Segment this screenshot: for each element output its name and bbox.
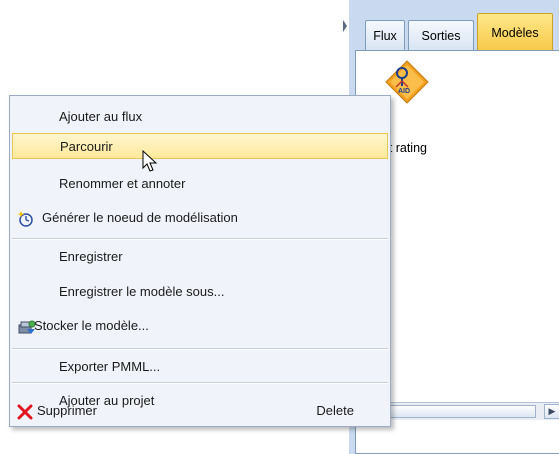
- menu-separator: [12, 382, 388, 384]
- menu-item-renommer-et-annoter[interactable]: Renommer et annoter: [12, 171, 388, 197]
- menu-item-label: Enregistrer: [59, 249, 123, 264]
- panel-gripper-icon[interactable]: [343, 20, 347, 32]
- palette-tabs: Flux Sorties Modèles: [349, 8, 559, 51]
- context-menu: Ajouter au flux Parcourir Renommer et an…: [9, 95, 391, 427]
- menu-item-label: Supprimer: [37, 403, 97, 418]
- menu-item-enregistrer-sous[interactable]: Enregistrer le modèle sous...: [12, 279, 388, 305]
- menu-item-label: Stocker le modèle...: [34, 318, 149, 333]
- menu-item-enregistrer[interactable]: Enregistrer: [12, 244, 388, 270]
- menu-separator: [12, 238, 388, 240]
- menu-item-stocker-modele[interactable]: Stocker le modèle...: [12, 313, 388, 339]
- menu-item-shortcut: Delete: [316, 403, 354, 418]
- menu-item-supprimer[interactable]: Supprimer Delete: [11, 398, 387, 424]
- menu-item-generer-noeud[interactable]: Générer le noeud de modélisation: [12, 205, 388, 231]
- menu-item-exporter-pmml[interactable]: Exporter PMML...: [12, 354, 388, 380]
- scroll-right-arrow-icon[interactable]: ▶: [544, 404, 559, 419]
- menu-item-label: Enregistrer le modèle sous...: [59, 284, 225, 299]
- menu-item-label: Ajouter au flux: [59, 109, 143, 124]
- menu-item-label: Parcourir: [60, 139, 113, 154]
- tab-sorties[interactable]: Sorties: [408, 20, 474, 51]
- menu-item-parcourir[interactable]: Parcourir: [12, 133, 388, 159]
- menu-separator: [12, 348, 388, 350]
- menu-item-label: Exporter PMML...: [59, 359, 161, 374]
- delete-x-icon: [17, 403, 33, 420]
- menu-item-label: Générer le noeud de modélisation: [42, 210, 238, 225]
- tab-modeles[interactable]: Modèles: [477, 13, 553, 51]
- model-badge: AID: [398, 88, 410, 95]
- menu-item-label: Renommer et annoter: [59, 176, 186, 191]
- menu-item-ajouter-au-flux[interactable]: Ajouter au flux: [12, 104, 388, 130]
- mouse-cursor-icon: [142, 149, 160, 174]
- model-caption: it rating: [386, 141, 427, 155]
- store-model-icon: [18, 318, 36, 334]
- tab-flux[interactable]: Flux: [365, 20, 405, 51]
- generate-wand-icon: [17, 210, 34, 227]
